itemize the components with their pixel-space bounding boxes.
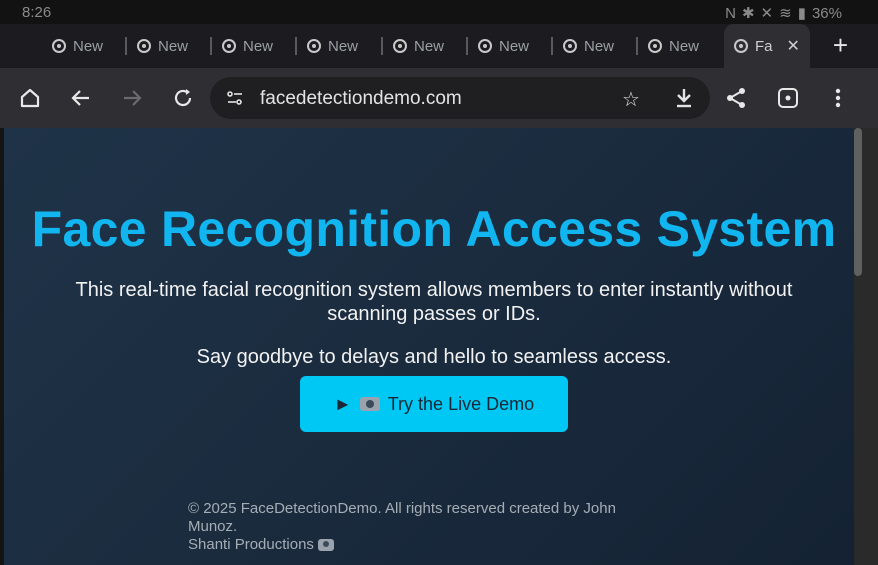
- home-icon[interactable]: [18, 86, 42, 110]
- chrome-icon: [563, 39, 577, 53]
- reload-icon[interactable]: [171, 86, 195, 110]
- page-title: Face Recognition Access System: [31, 201, 837, 257]
- site-icon: [734, 39, 748, 53]
- description-text: This real-time facial recognition system…: [75, 279, 793, 325]
- bluetooth-icon: ✱: [741, 5, 755, 22]
- tab-divider: [466, 37, 468, 55]
- forward-icon[interactable]: [120, 86, 144, 110]
- share-icon[interactable]: [724, 86, 748, 110]
- bookmark-star-icon[interactable]: ☆: [622, 87, 640, 112]
- mute-icon: ✕: [760, 5, 774, 22]
- address-bar[interactable]: facedetectiondemo.com ☆: [210, 77, 710, 119]
- tab-5[interactable]: New: [381, 24, 445, 68]
- tab-2[interactable]: New: [125, 24, 189, 68]
- camera-icon: [359, 397, 380, 411]
- new-tab-button[interactable]: +: [833, 32, 848, 58]
- tab-switcher-icon[interactable]: [776, 86, 800, 110]
- tab-label: New: [243, 37, 274, 55]
- tab-divider: [551, 37, 553, 55]
- tab-strip: New New New New New New New New Fa ✕: [0, 24, 878, 68]
- play-icon: ►: [333, 393, 352, 414]
- credit-text: Shanti Productions: [188, 536, 314, 553]
- download-icon[interactable]: [674, 87, 694, 114]
- footer: © 2025 FaceDetectionDemo. All rights res…: [188, 500, 648, 554]
- back-icon[interactable]: [69, 86, 93, 110]
- tab-label: New: [669, 37, 700, 55]
- chrome-icon: [52, 39, 66, 53]
- chrome-icon: [478, 39, 492, 53]
- close-tab-icon[interactable]: ✕: [787, 36, 800, 56]
- status-icons: N ✱ ✕ ≋ ▮ 36%: [725, 4, 842, 23]
- tab-label: New: [328, 37, 359, 55]
- chrome-icon: [222, 39, 236, 53]
- tab-divider: [381, 37, 383, 55]
- scrollbar[interactable]: [854, 128, 878, 565]
- signal-icon: ▮: [797, 5, 806, 22]
- tab-8[interactable]: New: [636, 24, 700, 68]
- copyright-text: © 2025 FaceDetectionDemo. All rights res…: [188, 500, 616, 535]
- tab-label: Fa: [755, 37, 773, 55]
- cta-label: Try the Live Demo: [387, 393, 535, 414]
- nfc-icon: N: [725, 4, 736, 22]
- tab-label: New: [414, 37, 445, 55]
- try-live-demo-button[interactable]: ► Try the Live Demo: [300, 376, 568, 432]
- tab-divider: [210, 37, 212, 55]
- chrome-icon: [648, 39, 662, 53]
- tab-active[interactable]: Fa ✕: [724, 24, 810, 68]
- wifi-icon: ≋: [779, 5, 792, 22]
- tab-7[interactable]: New: [551, 24, 615, 68]
- browser-toolbar: facedetectiondemo.com ☆: [0, 68, 878, 128]
- tab-3[interactable]: New: [210, 24, 274, 68]
- more-options-icon[interactable]: [826, 86, 850, 110]
- tab-label: New: [73, 37, 104, 55]
- footer-credit: Shanti Productions: [188, 536, 648, 554]
- tab-label: New: [499, 37, 530, 55]
- tab-divider: [636, 37, 638, 55]
- tab-divider: [125, 37, 127, 55]
- url-text[interactable]: facedetectiondemo.com: [260, 88, 462, 110]
- tab-divider: [295, 37, 297, 55]
- status-time: 8:26: [22, 4, 52, 21]
- tagline-text: Say goodbye to delays and hello to seaml…: [196, 346, 672, 368]
- tab-6[interactable]: New: [466, 24, 530, 68]
- status-bar: 8:26 N ✱ ✕ ≋ ▮ 36%: [0, 0, 878, 24]
- battery-level: 36%: [811, 4, 842, 22]
- scrollbar-thumb[interactable]: [854, 128, 862, 276]
- chrome-icon: [137, 39, 151, 53]
- tab-label: New: [584, 37, 615, 55]
- chrome-icon: [393, 39, 407, 53]
- web-page: Face Recognition Access System This real…: [4, 128, 854, 565]
- camera-icon: [318, 539, 335, 552]
- tab-1[interactable]: New: [52, 24, 103, 68]
- tab-4[interactable]: New: [295, 24, 359, 68]
- chrome-icon: [307, 39, 321, 53]
- site-settings-icon[interactable]: [226, 89, 244, 112]
- tab-label: New: [158, 37, 189, 55]
